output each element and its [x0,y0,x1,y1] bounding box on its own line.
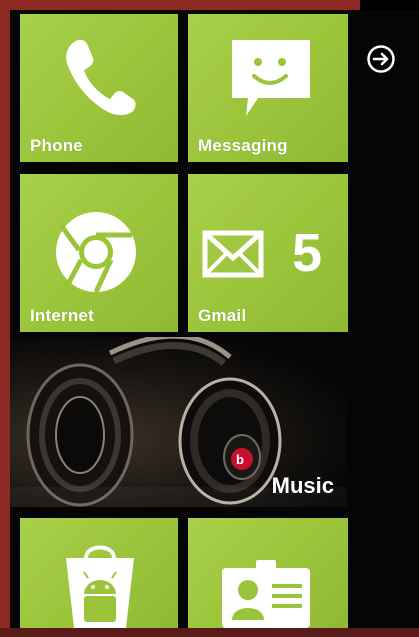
tile-market[interactable] [20,518,178,628]
tile-music-label: Music [271,473,334,498]
arrow-right-circle-icon[interactable] [366,44,396,74]
tile-gmail-label: Gmail [198,306,247,325]
mail-icon [202,230,264,278]
tile-internet-label: Internet [30,306,94,325]
contact-card-icon [222,560,310,628]
tile-messaging-label: Messaging [198,136,288,155]
device-frame-top [0,0,360,10]
tile-contacts[interactable] [188,518,348,628]
tile-music[interactable]: b Music [10,337,346,507]
tile-gmail[interactable]: 5 Gmail [188,174,348,332]
tile-messaging[interactable]: Messaging [188,14,348,162]
device-frame-bottom [0,628,419,637]
tile-internet[interactable]: Internet [20,174,178,332]
chrome-icon [56,212,136,294]
phone-icon [66,39,136,116]
smiley-message-icon [232,40,310,116]
tile-phone-label: Phone [30,136,83,155]
device-frame-left [0,0,10,637]
market-bag-icon [66,545,134,628]
svg-text:b: b [236,452,244,467]
gmail-unread-count: 5 [292,223,323,283]
tile-phone[interactable]: Phone [20,14,178,162]
